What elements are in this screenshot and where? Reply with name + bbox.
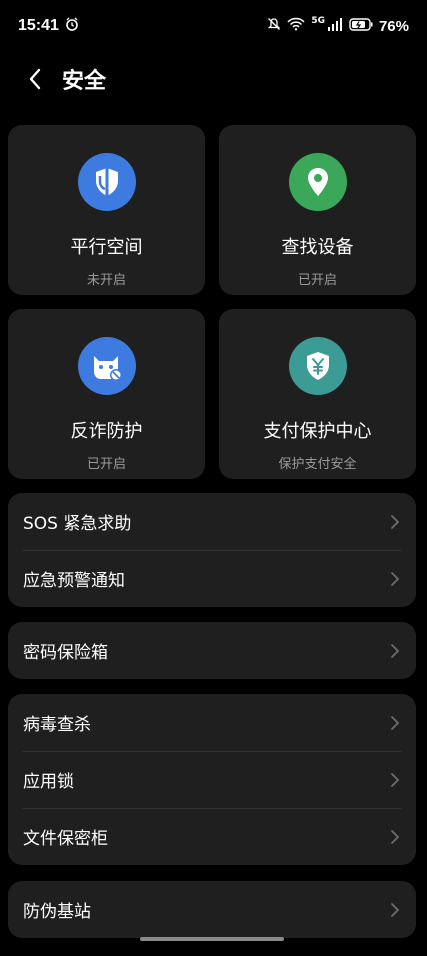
chevron-right-icon <box>391 829 400 844</box>
row-password-vault[interactable]: 密码保险箱 <box>8 622 416 679</box>
location-pin-icon <box>288 153 347 211</box>
chevron-right-icon <box>391 514 400 529</box>
card-parallel-space[interactable]: 平行空间 未开启 <box>8 125 205 295</box>
password-group: 密码保险箱 <box>8 622 416 679</box>
card-find-device[interactable]: 查找设备 已开启 <box>219 125 416 295</box>
payment-shield-icon <box>288 337 347 395</box>
fake-base-station-group: 防伪基站 <box>8 881 416 938</box>
card-payment-protection[interactable]: 支付保护中心 保护支付安全 <box>219 309 416 479</box>
home-indicator[interactable] <box>140 937 284 941</box>
status-time: 15:41 <box>18 17 59 34</box>
wifi-icon <box>287 17 305 35</box>
row-label: 应用锁 <box>23 772 74 792</box>
card-title: 反诈防护 <box>70 421 143 442</box>
row-sos[interactable]: SOS 紧急求助 <box>8 493 416 550</box>
row-label: SOS 紧急求助 <box>23 514 132 534</box>
chevron-right-icon <box>391 902 400 917</box>
row-virus-scan[interactable]: 病毒查杀 <box>8 694 416 751</box>
back-button[interactable] <box>20 64 50 94</box>
row-label: 应急预警通知 <box>23 571 125 591</box>
card-status: 已开启 <box>86 457 126 472</box>
chevron-right-icon <box>391 643 400 658</box>
status-left: 15:41 <box>18 17 79 35</box>
row-file-safe[interactable]: 文件保密柜 <box>8 808 416 865</box>
card-title: 查找设备 <box>281 237 354 258</box>
anti-fraud-icon <box>77 337 136 395</box>
status-right: 5G 76% <box>267 16 409 35</box>
row-fake-base-station[interactable]: 防伪基站 <box>8 881 416 938</box>
mute-icon <box>267 17 281 35</box>
chevron-right-icon <box>391 715 400 730</box>
chevron-left-icon <box>29 68 41 90</box>
row-label: 病毒查杀 <box>23 715 91 735</box>
card-anti-fraud[interactable]: 反诈防护 已开启 <box>8 309 205 479</box>
card-status: 已开启 <box>297 273 337 288</box>
card-title: 支付保护中心 <box>263 421 372 442</box>
emergency-group: SOS 紧急求助 应急预警通知 <box>8 493 416 607</box>
status-bar: 15:41 5G 76% <box>0 0 427 52</box>
row-label: 密码保险箱 <box>23 643 108 663</box>
chevron-right-icon <box>391 772 400 787</box>
battery-percent: 76% <box>378 17 409 35</box>
chevron-right-icon <box>391 571 400 586</box>
card-title: 平行空间 <box>70 237 143 258</box>
network-type-label: 5G <box>311 16 325 26</box>
row-label: 防伪基站 <box>23 902 91 922</box>
card-status: 保护支付安全 <box>278 457 357 472</box>
row-label: 文件保密柜 <box>23 829 108 849</box>
security-tools-group: 病毒查杀 应用锁 文件保密柜 <box>8 694 416 865</box>
row-app-lock[interactable]: 应用锁 <box>8 751 416 808</box>
battery-icon <box>349 17 373 35</box>
card-status: 未开启 <box>86 273 126 288</box>
page-title: 安全 <box>62 69 107 94</box>
signal-icon <box>327 17 343 35</box>
shield-split-icon <box>77 153 136 211</box>
alarm-icon <box>65 17 79 35</box>
page-header: 安全 <box>0 52 427 106</box>
row-emergency-alerts[interactable]: 应急预警通知 <box>8 550 416 607</box>
